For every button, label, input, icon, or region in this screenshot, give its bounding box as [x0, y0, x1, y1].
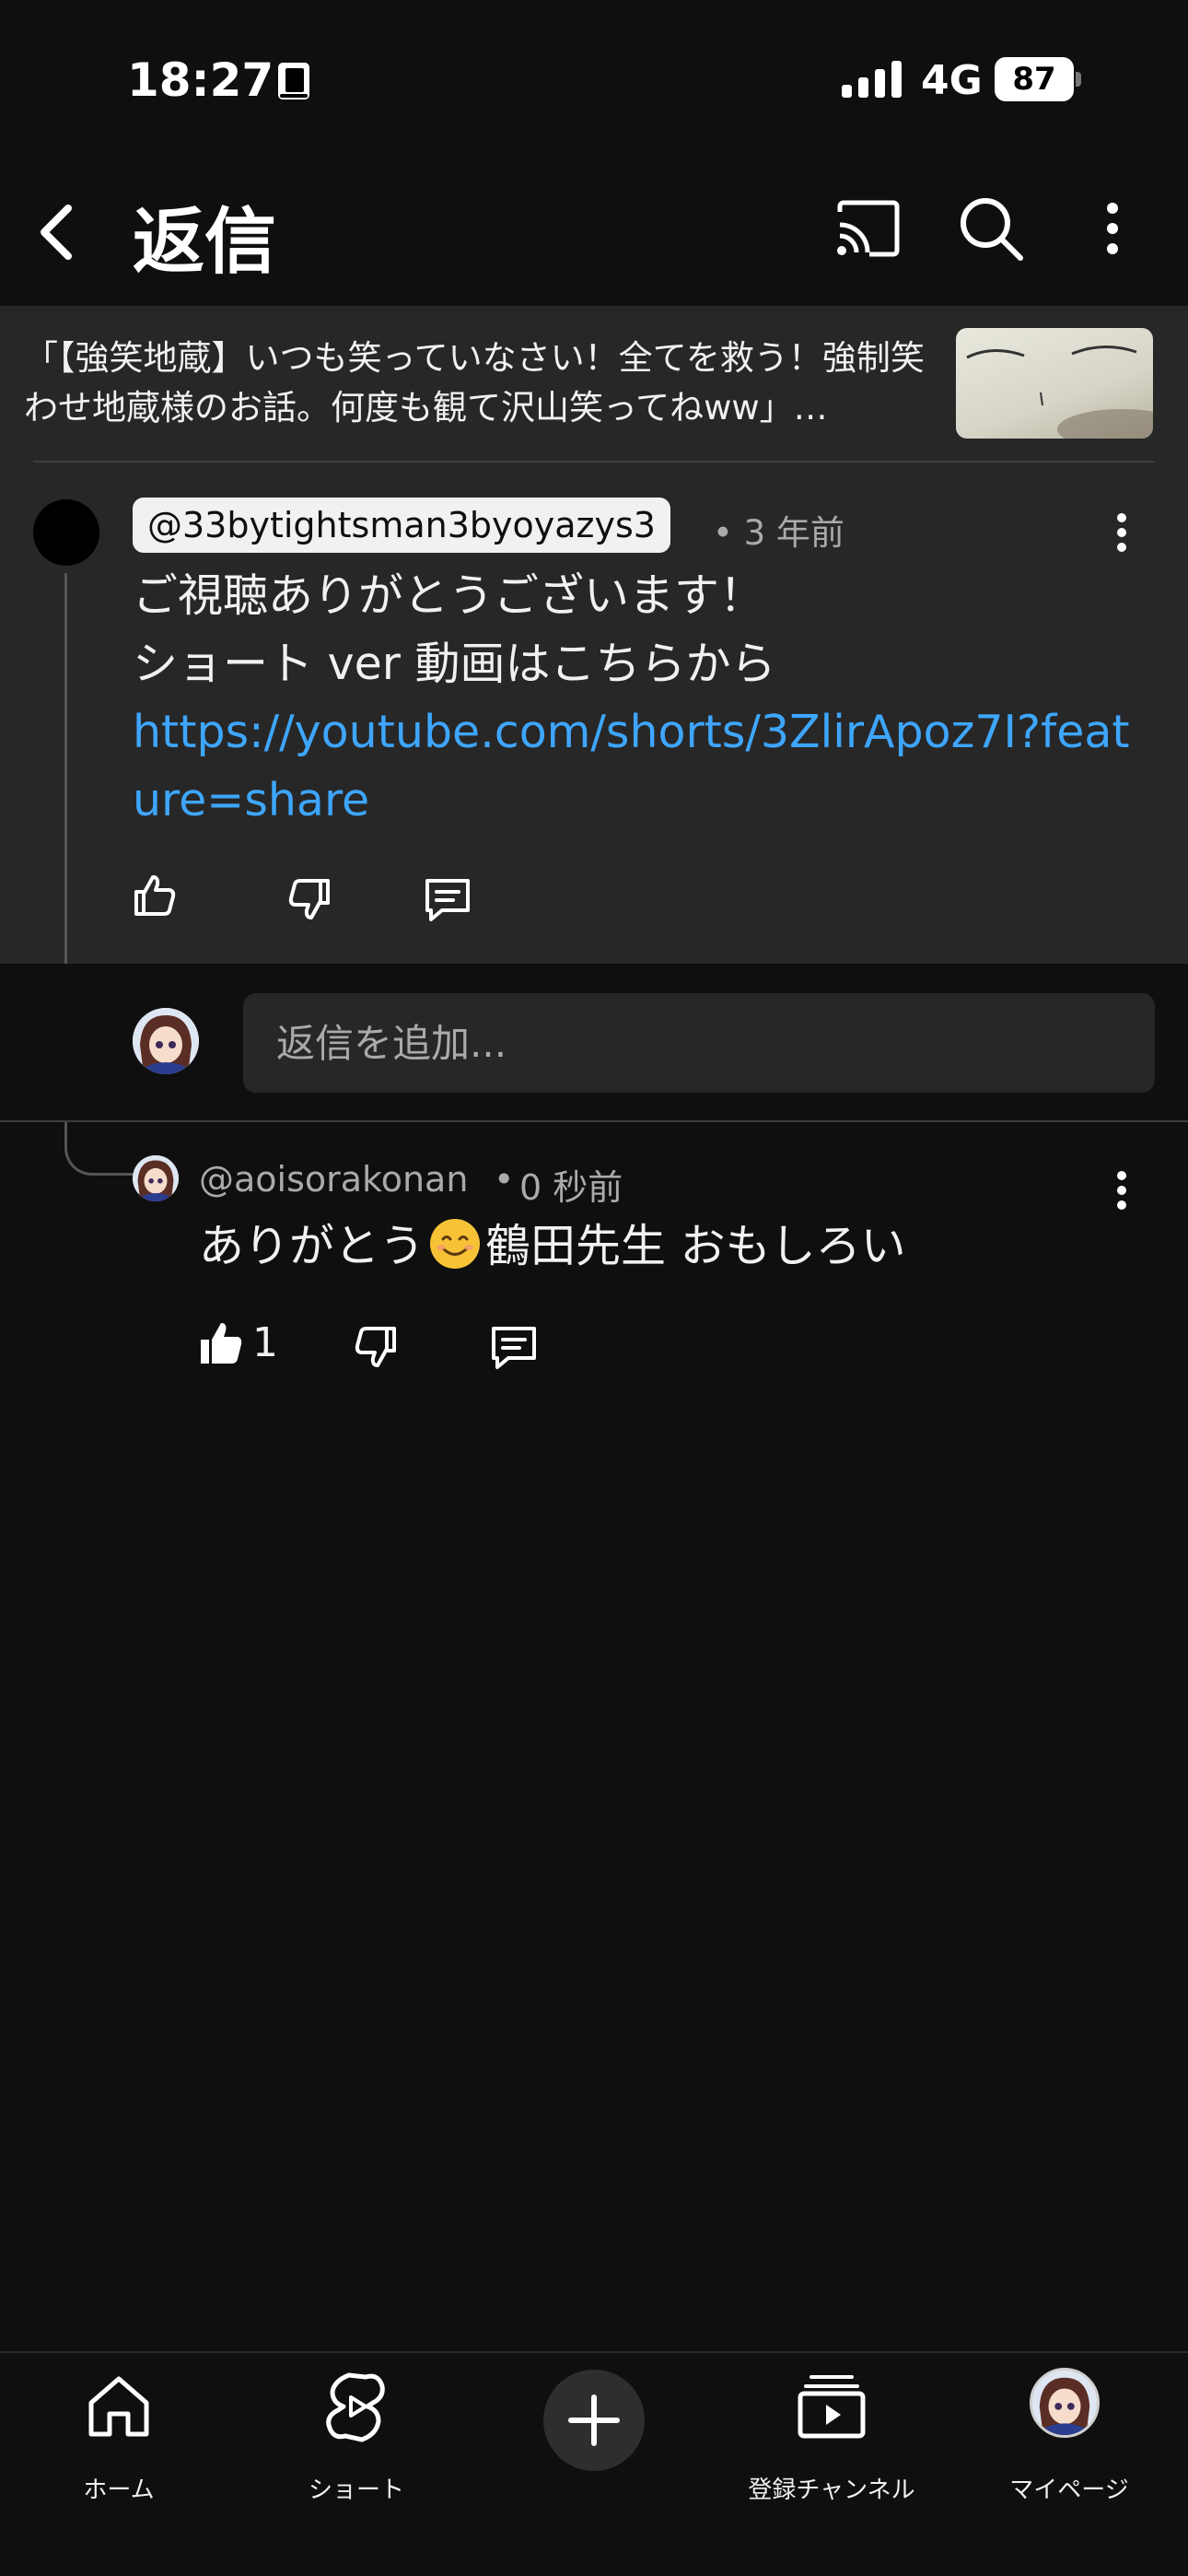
bottom-navigation: ホーム ショート 登録チャンネル マイページ [0, 2351, 1188, 2576]
like-count: 1 [252, 1319, 278, 1366]
comment-line: ご視聴ありがとうございます！ [133, 569, 765, 622]
comment-more-icon[interactable] [1101, 505, 1142, 560]
page-title: 返信 [133, 201, 277, 284]
divider [0, 1120, 1188, 1122]
like-filled-icon[interactable] [197, 1319, 245, 1367]
subscriptions-icon [798, 2375, 866, 2439]
nav-shorts-label: ショート [308, 2476, 404, 2504]
reply-author-handle[interactable]: @aoisorakonan [199, 1159, 468, 1200]
reply-input[interactable] [243, 993, 1155, 1093]
top-app-bar: 返信 [0, 157, 1188, 306]
book-icon [278, 63, 309, 100]
nav-subscriptions[interactable]: 登録チャンネル [713, 2353, 950, 2537]
reply-icon[interactable] [422, 875, 473, 923]
nav-avatar [1030, 2368, 1100, 2438]
reply-text: ありがとう 鶴田先生 おもしろい [199, 1214, 906, 1279]
nav-home-label: ホーム [83, 2476, 155, 2504]
nav-subscriptions-label: 登録チャンネル [748, 2476, 915, 2504]
comment-link[interactable]: https://youtube.com/shorts/3ZlirApoz7I?f… [133, 698, 1146, 835]
status-time: 18:27 [127, 53, 274, 107]
battery-icon: 87 [995, 57, 1081, 101]
add-reply-row [0, 964, 1188, 1120]
back-icon[interactable] [28, 195, 83, 269]
comment-author-handle[interactable]: @33bytightsman3byoyazys3 [133, 498, 670, 553]
network-type: 4G [921, 57, 983, 104]
video-thumbnail[interactable] [956, 328, 1153, 439]
signal-icon [842, 61, 902, 98]
home-icon [88, 2376, 149, 2437]
video-title[interactable]: 「【強笑地蔵】いつも笑っていなさい！全てを救う！強制笑わせ地蔵様のお話。何度も観… [24, 334, 936, 437]
nav-home[interactable]: ホーム [0, 2353, 238, 2537]
comment-timestamp: • 3 年前 [713, 513, 844, 553]
thread-line [64, 573, 67, 964]
cast-icon[interactable] [833, 193, 903, 263]
search-icon[interactable] [954, 192, 1028, 265]
battery-level: 87 [995, 57, 1074, 101]
shorts-icon [326, 2372, 385, 2442]
video-context-bar[interactable]: 「【強笑地蔵】いつも笑っていなさい！全てを救う！強制笑わせ地蔵様のお話。何度も観… [0, 306, 1188, 463]
create-button[interactable] [543, 2370, 645, 2471]
reply-text-before: ありがとう [199, 1220, 425, 1272]
plus-icon [568, 2395, 620, 2446]
smiling-face-emoji-icon [430, 1219, 481, 1269]
thumbnail-drawing [966, 345, 1153, 439]
dislike-icon[interactable] [285, 875, 333, 923]
reply-icon[interactable] [488, 1323, 540, 1371]
reply-avatar[interactable] [133, 1155, 179, 1201]
comment-text: ご視聴ありがとうございます！ ショート ver 動画はこちらから https:/… [133, 562, 1146, 835]
status-bar: 18:27 4G 87 [0, 0, 1188, 157]
comment-line: ショート ver 動画はこちらから [133, 638, 776, 690]
dislike-icon[interactable] [352, 1323, 400, 1371]
reply-thread-connector [64, 1122, 134, 1176]
battery-tip [1076, 72, 1081, 87]
more-options-icon[interactable] [1087, 192, 1138, 265]
nav-shorts[interactable]: ショート [238, 2353, 475, 2537]
parent-comment: @33bytightsman3byoyazys3 • 3 年前 ご視聴ありがとう… [0, 463, 1188, 964]
like-icon[interactable] [131, 872, 179, 919]
nav-mypage-label: マイページ [1009, 2476, 1129, 2504]
reply-text-after: 鶴田先生 おもしろい [485, 1220, 906, 1272]
avatar[interactable] [33, 499, 99, 566]
nav-mypage[interactable]: マイページ [950, 2353, 1188, 2537]
separator-dot: • [494, 1159, 515, 1200]
reply-more-icon[interactable] [1101, 1163, 1142, 1218]
reply-timestamp: 0 秒前 [519, 1167, 623, 1208]
my-avatar [133, 1008, 199, 1074]
